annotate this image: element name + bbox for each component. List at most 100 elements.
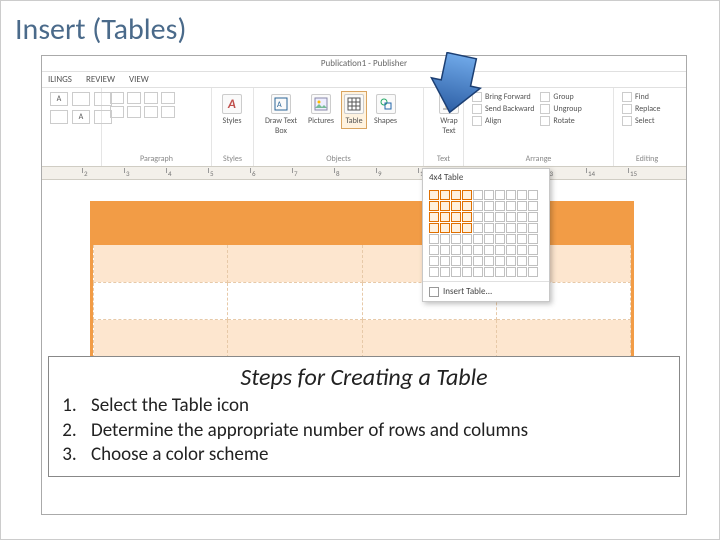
- grid-cell[interactable]: [495, 245, 505, 255]
- grid-cell[interactable]: [528, 234, 538, 244]
- table-button[interactable]: Table: [342, 92, 366, 128]
- grid-cell[interactable]: [473, 223, 483, 233]
- grid-cell[interactable]: [528, 256, 538, 266]
- grid-cell[interactable]: [440, 190, 450, 200]
- grid-cell[interactable]: [528, 190, 538, 200]
- styles-button[interactable]: A Styles: [220, 92, 244, 128]
- grid-cell[interactable]: [462, 234, 472, 244]
- align-btn[interactable]: [110, 92, 124, 104]
- grid-cell[interactable]: [462, 212, 472, 222]
- grid-cell[interactable]: [528, 201, 538, 211]
- grid-cell[interactable]: [484, 234, 494, 244]
- find-button[interactable]: Find: [622, 92, 660, 102]
- rotate-button[interactable]: Rotate: [540, 116, 581, 126]
- shapes-button[interactable]: Shapes: [372, 92, 399, 128]
- grid-cell[interactable]: [517, 201, 527, 211]
- grid-cell[interactable]: [440, 234, 450, 244]
- grid-cell[interactable]: [429, 245, 439, 255]
- grid-cell[interactable]: [451, 223, 461, 233]
- grid-cell[interactable]: [517, 267, 527, 277]
- font-btn[interactable]: A: [50, 92, 68, 106]
- grid-cell[interactable]: [506, 223, 516, 233]
- grid-cell[interactable]: [517, 223, 527, 233]
- grid-cell[interactable]: [451, 256, 461, 266]
- grid-cell[interactable]: [473, 201, 483, 211]
- grid-cell[interactable]: [517, 212, 527, 222]
- grid-cell[interactable]: [451, 201, 461, 211]
- grid-cell[interactable]: [484, 212, 494, 222]
- grid-cell[interactable]: [429, 234, 439, 244]
- draw-text-box-button[interactable]: A Draw Text Box: [262, 92, 300, 138]
- grid-cell[interactable]: [473, 245, 483, 255]
- grid-cell[interactable]: [506, 267, 516, 277]
- grid-cell[interactable]: [462, 201, 472, 211]
- align-btn[interactable]: [127, 106, 141, 118]
- grid-cell[interactable]: [484, 267, 494, 277]
- grid-cell[interactable]: [462, 267, 472, 277]
- grid-cell[interactable]: [484, 201, 494, 211]
- grid-cell[interactable]: [528, 223, 538, 233]
- grid-cell[interactable]: [473, 212, 483, 222]
- align-btn[interactable]: [144, 92, 158, 104]
- grid-cell[interactable]: [506, 212, 516, 222]
- grid-cell[interactable]: [440, 267, 450, 277]
- grid-cell[interactable]: [473, 234, 483, 244]
- grid-cell[interactable]: [429, 223, 439, 233]
- grid-cell[interactable]: [440, 256, 450, 266]
- grid-cell[interactable]: [506, 201, 516, 211]
- grid-cell[interactable]: [506, 234, 516, 244]
- grid-cell[interactable]: [495, 190, 505, 200]
- replace-button[interactable]: Replace: [622, 104, 660, 114]
- pictures-button[interactable]: Pictures: [306, 92, 336, 128]
- grid-cell[interactable]: [528, 245, 538, 255]
- tab-view[interactable]: VIEW: [129, 74, 149, 85]
- grid-cell[interactable]: [440, 223, 450, 233]
- grid-cell[interactable]: [506, 256, 516, 266]
- align-btn[interactable]: [161, 106, 175, 118]
- table-size-grid[interactable]: [423, 186, 549, 281]
- grid-cell[interactable]: [440, 212, 450, 222]
- grid-cell[interactable]: [451, 267, 461, 277]
- grid-cell[interactable]: [473, 256, 483, 266]
- grid-cell[interactable]: [440, 201, 450, 211]
- grid-cell[interactable]: [517, 256, 527, 266]
- font-btn[interactable]: [50, 110, 68, 124]
- grid-cell[interactable]: [429, 256, 439, 266]
- grid-cell[interactable]: [451, 212, 461, 222]
- align-btn[interactable]: [144, 106, 158, 118]
- align-btn[interactable]: [127, 92, 141, 104]
- grid-cell[interactable]: [517, 245, 527, 255]
- align-btn[interactable]: [110, 106, 124, 118]
- grid-cell[interactable]: [462, 256, 472, 266]
- align-btn[interactable]: [161, 92, 175, 104]
- grid-cell[interactable]: [495, 267, 505, 277]
- grid-cell[interactable]: [462, 223, 472, 233]
- grid-cell[interactable]: [495, 256, 505, 266]
- grid-cell[interactable]: [495, 201, 505, 211]
- tab-mailings[interactable]: ILINGS: [48, 74, 72, 85]
- ungroup-button[interactable]: Ungroup: [540, 104, 581, 114]
- grid-cell[interactable]: [528, 267, 538, 277]
- grid-cell[interactable]: [451, 245, 461, 255]
- grid-cell[interactable]: [517, 234, 527, 244]
- tab-review[interactable]: REVIEW: [86, 74, 115, 85]
- grid-cell[interactable]: [462, 190, 472, 200]
- grid-cell[interactable]: [462, 245, 472, 255]
- grid-cell[interactable]: [484, 223, 494, 233]
- grid-cell[interactable]: [473, 190, 483, 200]
- grid-cell[interactable]: [429, 212, 439, 222]
- grid-cell[interactable]: [451, 190, 461, 200]
- grid-cell[interactable]: [517, 190, 527, 200]
- grid-cell[interactable]: [429, 267, 439, 277]
- grid-cell[interactable]: [484, 245, 494, 255]
- grid-cell[interactable]: [473, 267, 483, 277]
- font-btn[interactable]: A: [72, 110, 90, 124]
- grid-cell[interactable]: [506, 190, 516, 200]
- grid-cell[interactable]: [495, 234, 505, 244]
- insert-table-menuitem[interactable]: Insert Table...: [423, 281, 549, 301]
- group-button[interactable]: Group: [540, 92, 581, 102]
- font-btn[interactable]: [72, 92, 90, 106]
- grid-cell[interactable]: [451, 234, 461, 244]
- grid-cell[interactable]: [440, 245, 450, 255]
- grid-cell[interactable]: [506, 245, 516, 255]
